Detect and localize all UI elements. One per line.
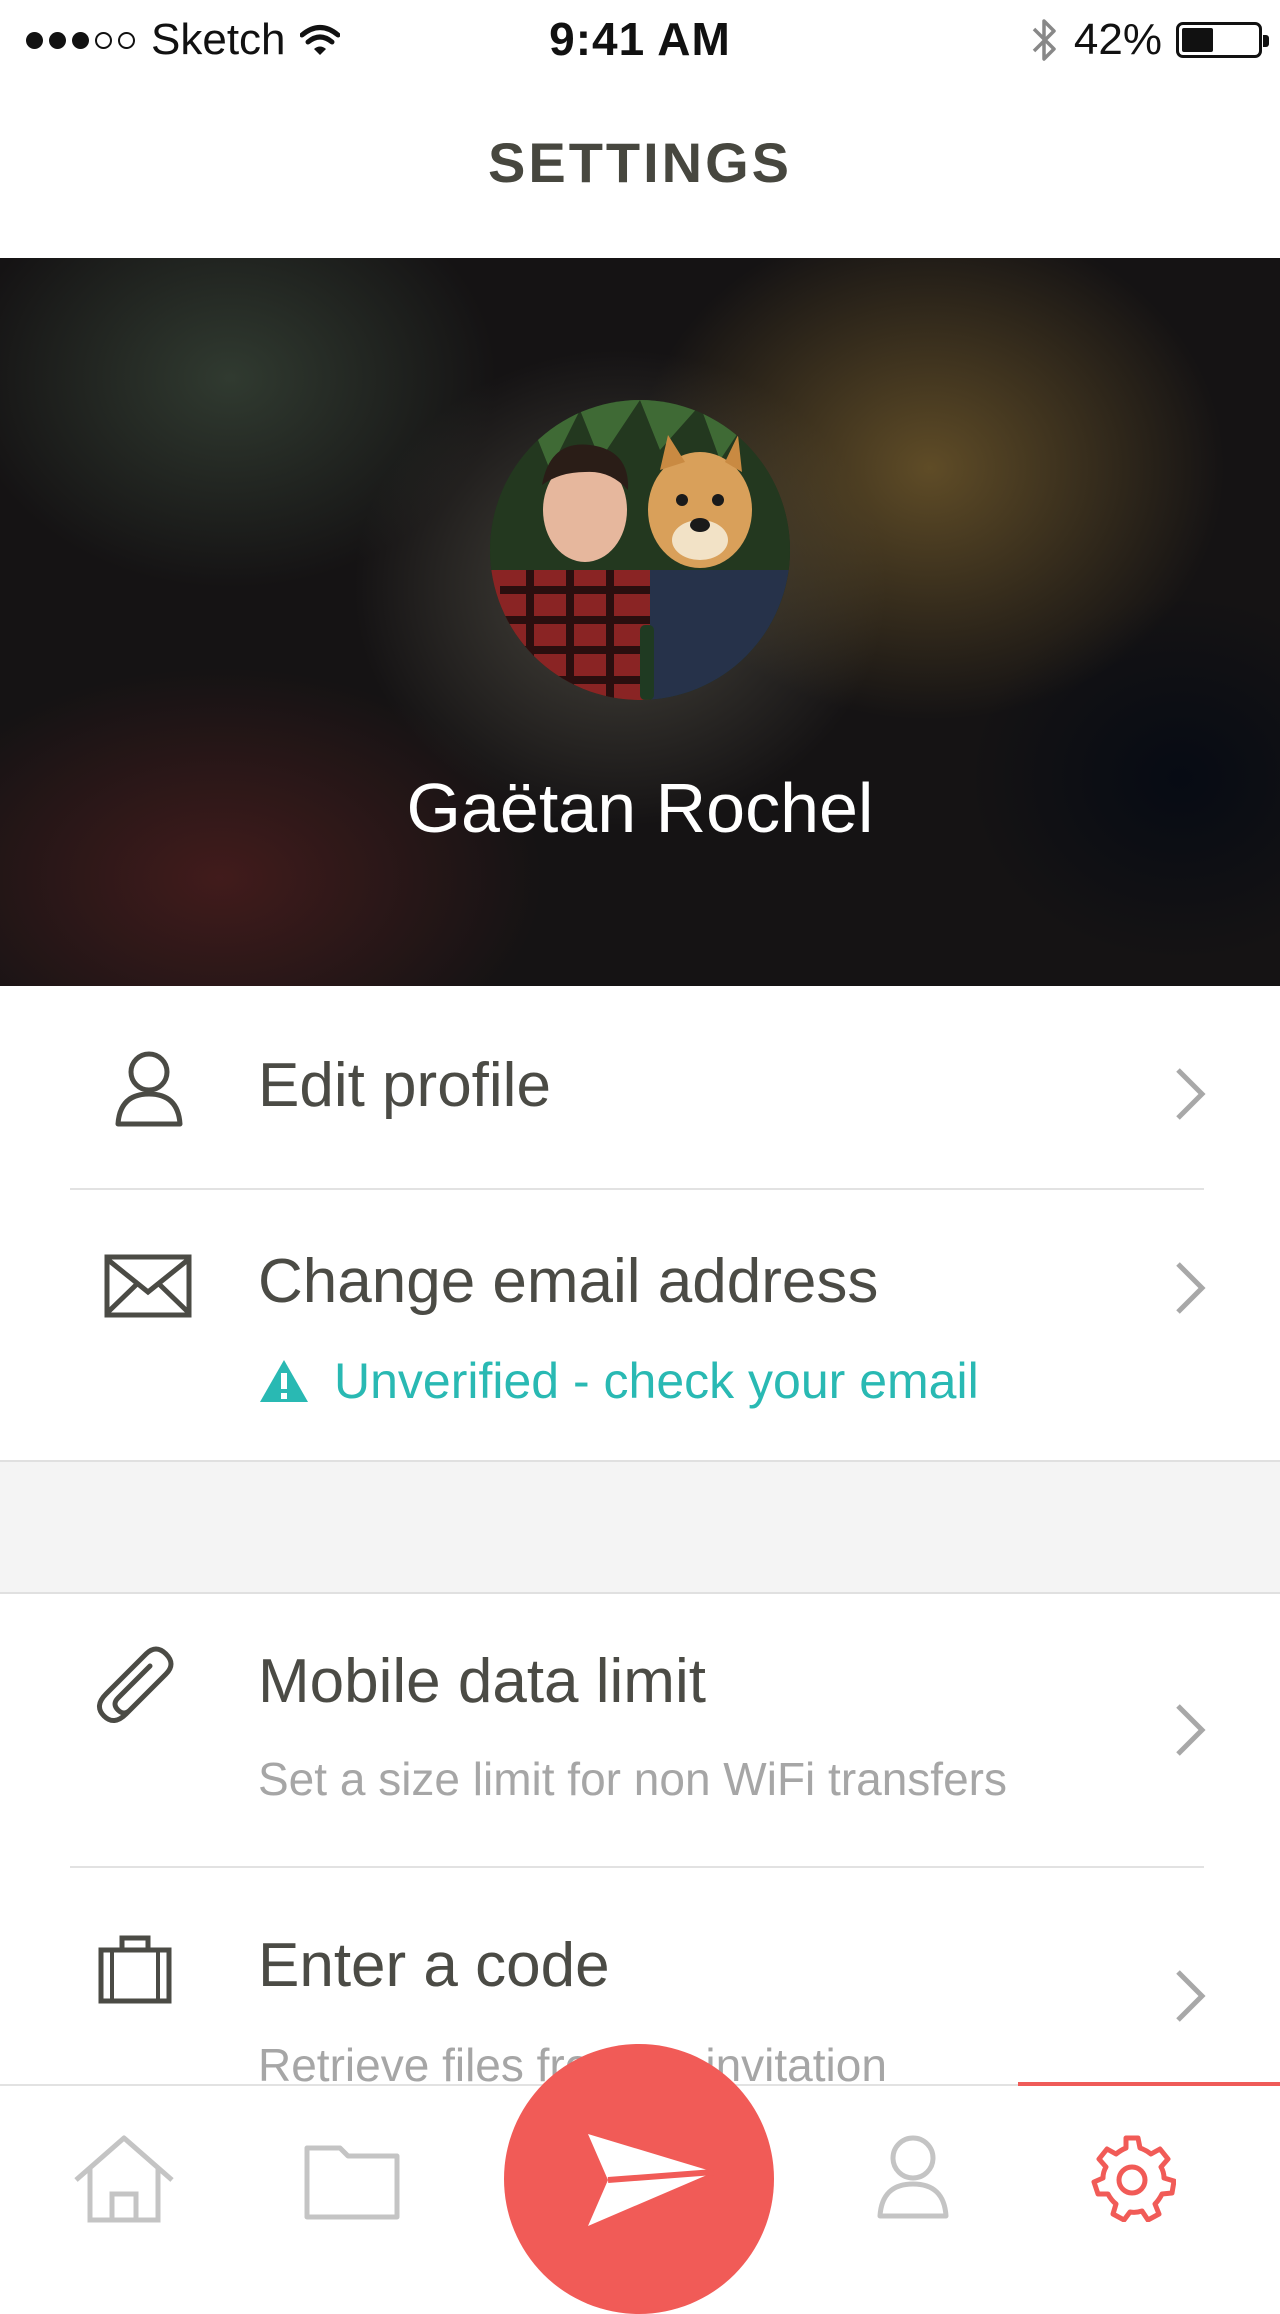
settings-gear-icon[interactable]: [1088, 2134, 1176, 2222]
profile-icon[interactable]: [876, 2134, 950, 2220]
mobile-data-limit-subtitle: Set a size limit for non WiFi transfers: [258, 1753, 1007, 1805]
avatar-photo: [490, 400, 790, 700]
bluetooth-icon: [1032, 19, 1056, 61]
settings-row-mobile-data-limit[interactable]: Mobile data limit Set a size limit for n…: [0, 1594, 1280, 1866]
send-button[interactable]: [504, 2044, 774, 2314]
status-bar: Sketch 9:41 AM 42%: [0, 0, 1280, 80]
home-icon[interactable]: [72, 2134, 176, 2224]
battery-fill: [1182, 28, 1213, 52]
settings-row-edit-profile[interactable]: Edit profile: [0, 986, 1280, 1188]
send-icon: [588, 2134, 715, 2226]
chevron-right-icon: [1176, 1068, 1206, 1120]
active-tab-indicator: [1018, 2082, 1280, 2086]
section-separator: [0, 1460, 1280, 1594]
edit-profile-label: Edit profile: [258, 1051, 551, 1120]
chevron-right-icon: [1176, 1262, 1206, 1314]
warning-icon: [260, 1360, 308, 1402]
folder-icon[interactable]: [304, 2140, 400, 2220]
chevron-right-icon: [1176, 1704, 1206, 1756]
email-warning-text: Unverified - check your email: [334, 1353, 979, 1409]
battery-percent: 42%: [1073, 15, 1162, 64]
enter-code-label: Enter a code: [258, 1931, 610, 2000]
page-title: SETTINGS: [487, 131, 793, 194]
settings-row-change-email[interactable]: Change email address Unverified - check …: [0, 1190, 1280, 1460]
navigation-bar: SETTINGS: [0, 80, 1280, 258]
person-icon: [115, 1051, 183, 1127]
battery-nub: [1263, 35, 1269, 47]
email-warning: Unverified - check your email: [258, 1352, 979, 1410]
status-right: 42%: [1030, 14, 1269, 66]
avatar[interactable]: [490, 400, 790, 700]
battery-icon: [1176, 22, 1269, 58]
profile-header: Gaëtan Rochel: [0, 258, 1280, 986]
change-email-label: Change email address: [258, 1247, 879, 1316]
profile-name: Gaëtan Rochel: [406, 769, 874, 847]
mobile-data-limit-label: Mobile data limit: [258, 1647, 706, 1716]
envelope-icon: [104, 1254, 192, 1318]
chevron-right-icon: [1176, 1970, 1206, 2022]
paperclip-icon: [97, 1646, 174, 1723]
briefcase-icon: [98, 1935, 172, 2004]
